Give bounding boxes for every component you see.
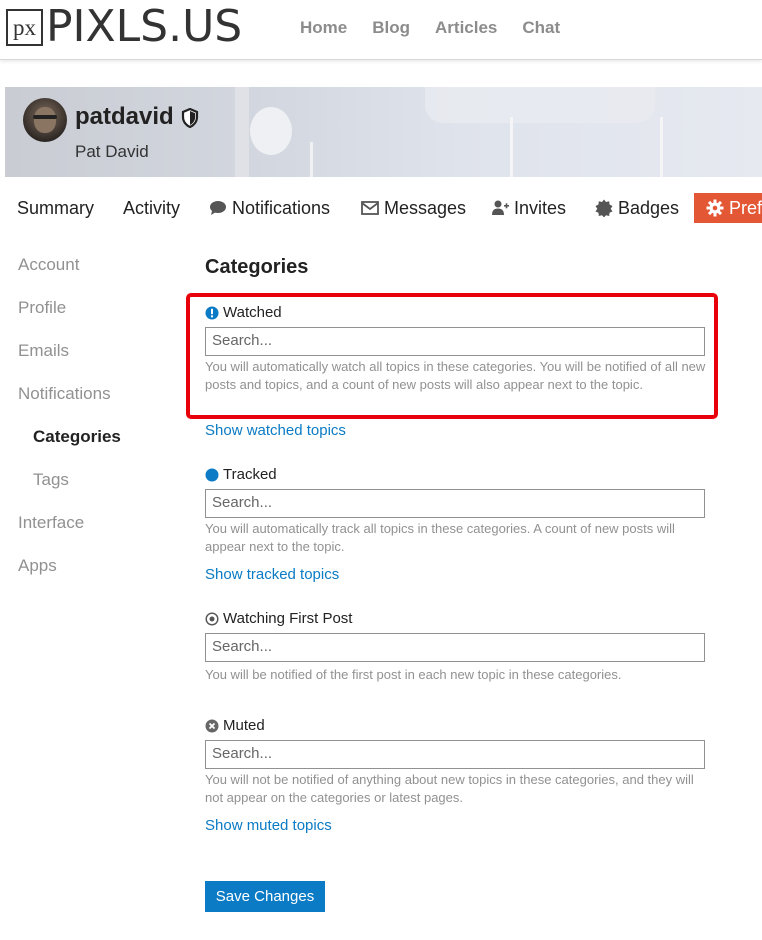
highlight-box bbox=[186, 293, 718, 419]
nav-chat-link[interactable]: Chat bbox=[522, 18, 560, 38]
profile-real-name: Pat David bbox=[75, 142, 149, 161]
sidebar-item-categories[interactable]: Categories bbox=[33, 427, 121, 447]
comment-icon bbox=[210, 201, 226, 215]
watching-first-post-label: Watching First Post bbox=[205, 610, 352, 627]
muted-label-text: Muted bbox=[223, 717, 265, 734]
tab-preferences-label: Preferences bbox=[729, 197, 762, 218]
logo-text: PIXLS.US bbox=[46, 1, 243, 52]
top-nav: Home Blog Articles Chat bbox=[300, 18, 585, 38]
dot-circle-icon bbox=[205, 611, 219, 626]
times-circle-icon bbox=[205, 719, 219, 732]
gear-icon bbox=[706, 199, 724, 217]
tab-badges-label: Badges bbox=[618, 197, 680, 218]
user-nav-tabs: Summary Activity Notifications Messages … bbox=[0, 193, 762, 227]
filled-circle-icon bbox=[205, 468, 219, 481]
nav-blog-link[interactable]: Blog bbox=[372, 18, 410, 38]
sidebar-item-tags[interactable]: Tags bbox=[33, 470, 69, 490]
sidebar-item-apps[interactable]: Apps bbox=[18, 556, 57, 576]
sidebar-item-notifications[interactable]: Notifications bbox=[18, 384, 111, 404]
profile-banner: patdavid Pat David bbox=[5, 87, 762, 177]
muted-description: You will not be notified of anything abo… bbox=[205, 772, 694, 805]
tracked-label-text: Tracked bbox=[223, 466, 277, 483]
tab-notifications-label: Notifications bbox=[232, 197, 331, 218]
nav-home-link[interactable]: Home bbox=[300, 18, 347, 38]
watching-first-post-search-input[interactable]: Search... bbox=[205, 633, 705, 662]
tab-summary-label: Summary bbox=[17, 197, 95, 218]
tab-preferences[interactable]: Preferences bbox=[694, 193, 762, 223]
tab-activity[interactable]: Activity bbox=[123, 193, 180, 223]
sidebar-item-interface[interactable]: Interface bbox=[18, 513, 84, 533]
tab-invites-label: Invites bbox=[514, 197, 567, 218]
show-watched-topics-link[interactable]: Show watched topics bbox=[205, 422, 346, 439]
sidebar-item-emails[interactable]: Emails bbox=[18, 341, 69, 361]
tracked-description: You will automatically track all topics … bbox=[205, 521, 675, 554]
tracked-search-input[interactable]: Search... bbox=[205, 489, 705, 518]
envelope-icon bbox=[361, 201, 379, 215]
watching-first-post-label-text: Watching First Post bbox=[223, 610, 353, 627]
site-header: px PIXLS.US Home Blog Articles Chat bbox=[0, 0, 762, 60]
avatar[interactable] bbox=[23, 98, 67, 142]
site-logo[interactable]: px PIXLS.US bbox=[6, 1, 243, 52]
tab-messages[interactable]: Messages bbox=[361, 193, 466, 223]
muted-search-input[interactable]: Search... bbox=[205, 740, 705, 769]
tab-invites[interactable]: Invites bbox=[491, 193, 566, 223]
muted-label: Muted bbox=[205, 717, 265, 734]
tab-activity-label: Activity bbox=[123, 197, 181, 218]
save-changes-button[interactable]: Save Changes bbox=[205, 881, 325, 912]
certificate-icon bbox=[595, 199, 613, 217]
user-plus-icon bbox=[492, 200, 509, 215]
sidebar-item-account[interactable]: Account bbox=[18, 255, 79, 275]
tab-messages-label: Messages bbox=[384, 197, 467, 218]
show-tracked-topics-link[interactable]: Show tracked topics bbox=[205, 566, 339, 583]
moderator-shield-icon bbox=[181, 108, 199, 128]
nav-articles-link[interactable]: Articles bbox=[435, 18, 497, 38]
sidebar-item-profile[interactable]: Profile bbox=[18, 298, 66, 318]
show-muted-topics-link[interactable]: Show muted topics bbox=[205, 817, 332, 834]
tab-summary[interactable]: Summary bbox=[17, 193, 94, 223]
watching-first-post-description: You will be notified of the first post i… bbox=[205, 667, 622, 682]
tab-badges[interactable]: Badges bbox=[595, 193, 679, 223]
profile-username: patdavid bbox=[75, 103, 174, 130]
page-title: Categories bbox=[205, 256, 309, 278]
tracked-label: Tracked bbox=[205, 466, 277, 483]
tab-notifications[interactable]: Notifications bbox=[209, 193, 330, 223]
logo-mark: px bbox=[6, 8, 43, 46]
